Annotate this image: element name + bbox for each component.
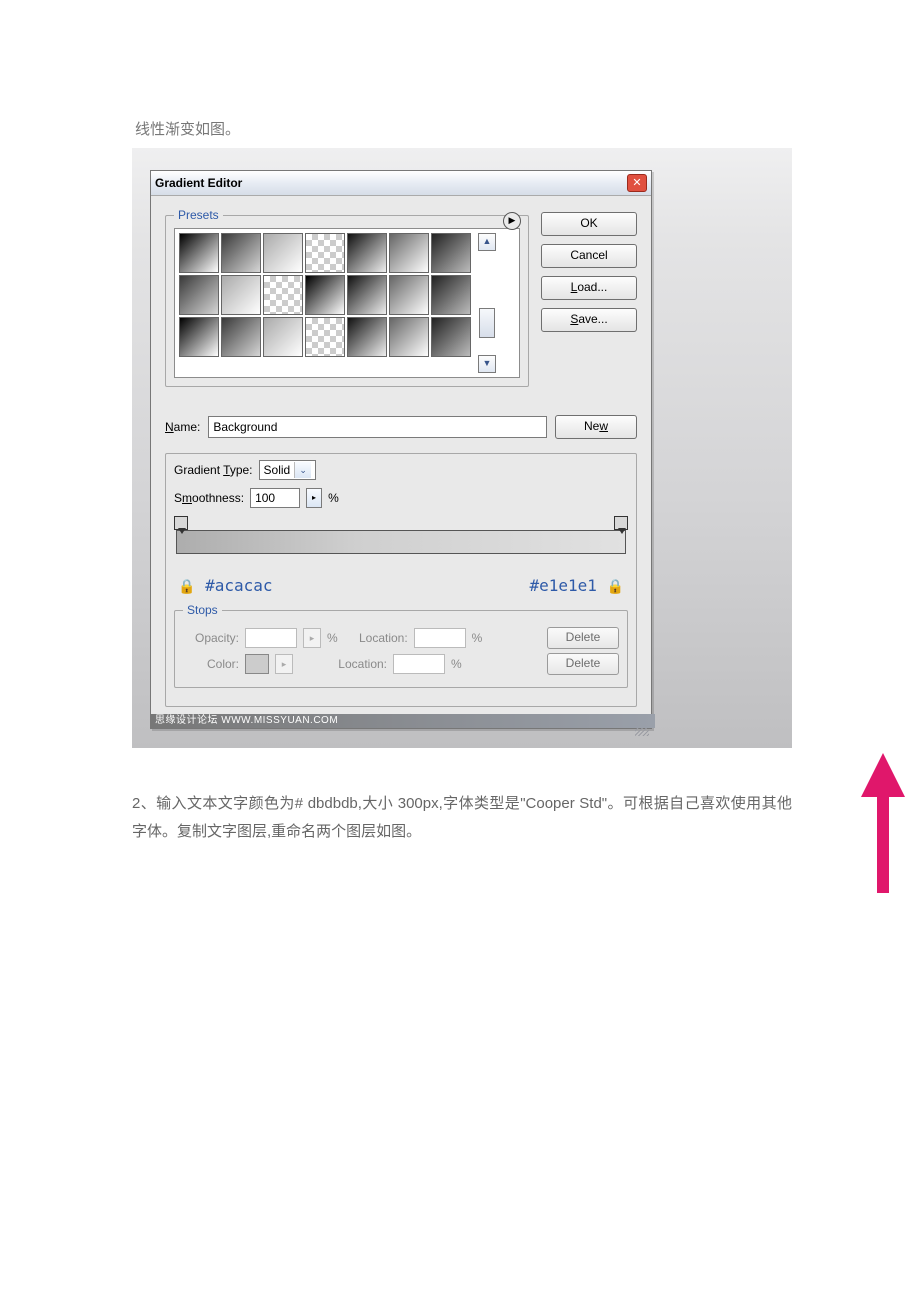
preset-swatch[interactable] (263, 275, 303, 315)
name-label: Name: (165, 420, 200, 434)
preset-swatch[interactable] (347, 233, 387, 273)
opacity-stop-right[interactable] (614, 516, 628, 530)
preset-swatch[interactable] (305, 317, 345, 357)
smoothness-stepper[interactable]: ▸ (306, 488, 322, 508)
preset-swatch[interactable] (179, 317, 219, 357)
gradient-editor-dialog: Gradient Editor ✕ ▶ Presets (150, 170, 652, 729)
gradient-ramp[interactable] (176, 530, 626, 554)
presets-fieldset: Presets (165, 208, 529, 387)
scroll-thumb[interactable] (479, 308, 495, 338)
preset-swatch[interactable] (263, 317, 303, 357)
preset-swatch[interactable] (389, 317, 429, 357)
opacity-stepper[interactable]: ▸ (303, 628, 321, 648)
color-label: Color: (183, 657, 239, 671)
color-location-input[interactable] (393, 654, 445, 674)
new-button[interactable]: New (555, 415, 637, 439)
preset-swatch[interactable] (305, 275, 345, 315)
lock-icon: 🔒 (178, 579, 195, 595)
smoothness-unit: % (328, 491, 339, 505)
figure-background: Gradient Editor ✕ ▶ Presets (132, 148, 792, 748)
gradient-type-select[interactable]: Solid ⌄ (259, 460, 317, 480)
load-button[interactable]: Load... (541, 276, 637, 300)
preset-swatch[interactable] (347, 275, 387, 315)
close-icon[interactable]: ✕ (627, 174, 647, 192)
preset-swatch[interactable] (389, 275, 429, 315)
preset-swatch[interactable] (431, 233, 471, 273)
scroll-down-icon[interactable]: ▼ (478, 355, 496, 373)
gradient-type-label: Gradient Type: (174, 463, 253, 477)
location-label: Location: (344, 631, 408, 645)
caption-text: 线性渐变如图。 (135, 118, 240, 139)
name-input[interactable] (208, 416, 547, 438)
lock-icon: 🔒 (607, 579, 624, 595)
location-label: Location: (323, 657, 387, 671)
opacity-stop-left[interactable] (174, 516, 188, 530)
watermark: 思缘设计论坛 WWW.MISSYUAN.COM (151, 714, 655, 728)
dialog-title: Gradient Editor (155, 176, 242, 190)
save-button[interactable]: Save... (541, 308, 637, 332)
cancel-button[interactable]: Cancel (541, 244, 637, 268)
preset-swatch[interactable] (221, 317, 261, 357)
delete-color-button[interactable]: Delete (547, 653, 619, 675)
color-swatch[interactable] (245, 654, 269, 674)
step-2-text: 2、输入文本文字颜色为# dbdbdb,大小 300px,字体类型是"Coope… (132, 790, 792, 846)
preset-swatch[interactable] (221, 275, 261, 315)
preset-swatch[interactable] (221, 233, 261, 273)
preset-swatch[interactable] (179, 233, 219, 273)
opacity-input[interactable] (245, 628, 297, 648)
ok-button[interactable]: OK (541, 212, 637, 236)
stops-legend: Stops (183, 603, 222, 617)
dialog-titlebar[interactable]: Gradient Editor ✕ (151, 171, 651, 196)
delete-opacity-button[interactable]: Delete (547, 627, 619, 649)
smoothness-input[interactable]: 100 (250, 488, 300, 508)
preset-swatch[interactable] (263, 233, 303, 273)
presets-scrollbar[interactable]: ▲ ▼ (479, 233, 495, 373)
opacity-label: Opacity: (183, 631, 239, 645)
presets-legend: Presets (174, 208, 223, 222)
opacity-location-input[interactable] (414, 628, 466, 648)
color-stop-annotations: 🔒 #acacac #e1e1e1 🔒 (178, 576, 624, 595)
preset-swatch[interactable] (179, 275, 219, 315)
presets-menu-icon[interactable]: ▶ (503, 212, 521, 230)
preset-swatch[interactable] (305, 233, 345, 273)
chevron-down-icon: ⌄ (294, 462, 311, 478)
smoothness-label: Smoothness: (174, 491, 244, 505)
gradient-edit-fieldset: Gradient Type: Solid ⌄ Smoothness: 100 ▸… (165, 453, 637, 707)
preset-swatch[interactable] (431, 317, 471, 357)
up-arrow-annotation (857, 753, 909, 893)
preset-swatch[interactable] (431, 275, 471, 315)
stops-fieldset: Stops Opacity: ▸ % Location: % Delete Co… (174, 603, 628, 688)
color-picker-arrow[interactable]: ▸ (275, 654, 293, 674)
preset-swatch[interactable] (347, 317, 387, 357)
scroll-up-icon[interactable]: ▲ (478, 233, 496, 251)
preset-swatch[interactable] (389, 233, 429, 273)
presets-list: ▲ ▼ (174, 228, 520, 378)
